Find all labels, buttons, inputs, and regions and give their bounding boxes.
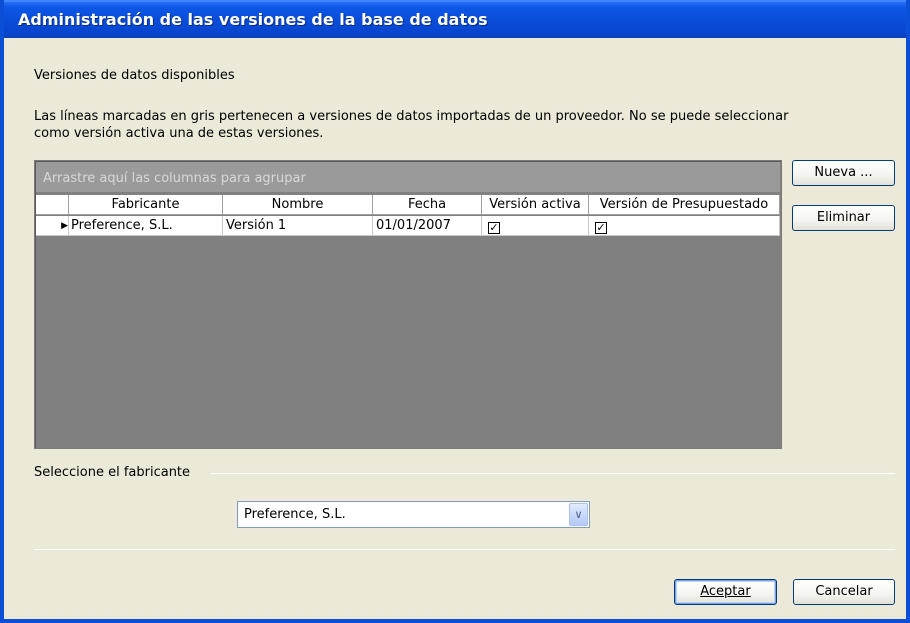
column-header-fecha[interactable]: Fecha [373, 195, 482, 215]
version-activa-checkbox[interactable]: ✓ [488, 222, 500, 234]
checkmark-icon: ✓ [596, 221, 606, 234]
version-presupuestado-checkbox[interactable]: ✓ [595, 222, 607, 234]
column-header-fabricante[interactable]: Fabricante [69, 195, 223, 215]
row-selector-header [36, 195, 69, 215]
cell-fabricante[interactable]: Preference, S.L. [69, 216, 223, 236]
new-version-button[interactable]: Nueva ... [792, 160, 895, 186]
accept-button-label: Aceptar [700, 584, 751, 599]
cell-fecha[interactable]: 01/01/2007 [373, 216, 482, 236]
column-header-version-presupuestado[interactable]: Versión de Presupuestado [589, 195, 780, 215]
row-indicator[interactable]: ▶ [36, 216, 69, 236]
chevron-down-icon[interactable]: ∨ [569, 503, 588, 526]
cell-nombre[interactable]: Versión 1 [223, 216, 373, 236]
fabricante-select-value: Preference, S.L. [244, 507, 346, 522]
delete-version-button[interactable]: Eliminar [792, 205, 895, 231]
fabricante-section-label: Seleccione el fabricante [34, 465, 191, 480]
column-header-version-activa[interactable]: Versión activa [482, 195, 589, 215]
cell-version-presupuestado[interactable]: ✓ [589, 216, 780, 236]
cell-version-activa[interactable]: ✓ [482, 216, 589, 236]
fabricante-select[interactable]: Preference, S.L. ∨ [237, 501, 590, 528]
versions-grid[interactable]: Arrastre aquí las columnas para agrupar … [34, 160, 782, 449]
title-bar[interactable]: Administración de las versiones de la ba… [4, 0, 906, 38]
dialog-window: Administración de las versiones de la ba… [0, 0, 910, 623]
description-text: Las líneas marcadas en gris pertenecen a… [34, 109, 789, 141]
cancel-button[interactable]: Cancelar [793, 579, 895, 605]
group-by-area[interactable]: Arrastre aquí las columnas para agrupar [36, 162, 780, 192]
column-header-nombre[interactable]: Nombre [223, 195, 373, 215]
fabricante-section-divider [211, 473, 895, 474]
window-title: Administración de las versiones de la ba… [18, 10, 488, 29]
accept-button[interactable]: Aceptar [674, 579, 777, 605]
versions-label: Versiones de datos disponibles [34, 68, 235, 83]
triangle-right-icon: ▶ [61, 221, 68, 231]
footer-divider [34, 549, 895, 550]
checkmark-icon: ✓ [489, 221, 499, 234]
